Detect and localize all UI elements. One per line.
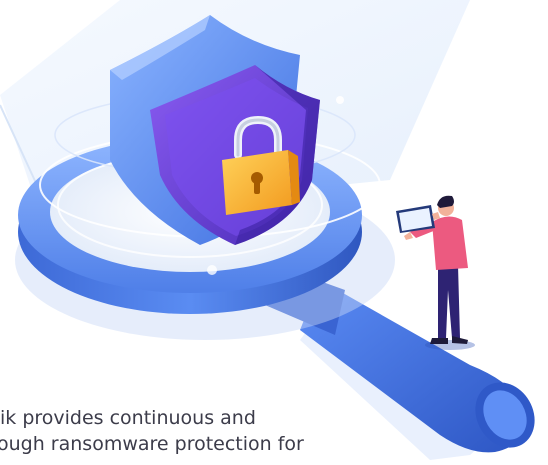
caption-line-1: ik provides continuous and (0, 407, 256, 429)
description-text: ik provides continuous and ough ransomwa… (0, 405, 400, 457)
security-illustration (0, 0, 535, 460)
tablet-icon (396, 205, 435, 233)
person-figure (396, 195, 475, 350)
caption-line-2: ough ransomware protection for (0, 433, 304, 455)
